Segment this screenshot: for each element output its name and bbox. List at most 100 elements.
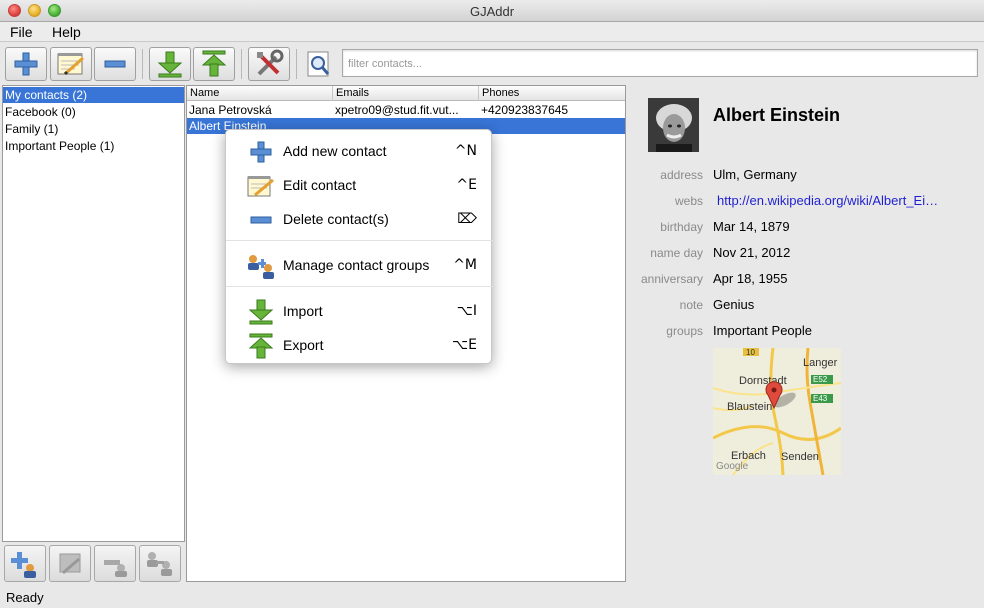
column-header-emails[interactable]: Emails [333, 86, 479, 101]
minus-icon [104, 60, 126, 68]
people-groups-icon [246, 253, 276, 279]
import-button[interactable] [149, 47, 191, 81]
menu-item-shortcut: ⌦ [457, 211, 477, 227]
road-badge-e52: E52 [813, 375, 828, 384]
menu-item-shortcut: ⌥I [456, 303, 477, 319]
road-badge-e43: E43 [813, 394, 828, 403]
menu-item-shortcut: ^M [453, 257, 477, 273]
menu-item-add-new-contact[interactable]: Add new contact ^N [226, 136, 493, 166]
delete-group-icon [104, 559, 127, 577]
delete-contact-button[interactable] [94, 47, 136, 81]
field-value-anniversary: Apr 18, 1955 [713, 271, 788, 286]
menu-item-label: Import [283, 303, 323, 319]
filter-contacts-input[interactable]: filter contacts... [342, 49, 978, 77]
field-value-birthday: Mar 14, 1879 [713, 219, 790, 234]
import-arrow-icon [246, 299, 276, 325]
menu-item-shortcut: ⌥E [452, 337, 477, 353]
toolbar-separator [241, 49, 242, 79]
plus-icon [246, 139, 276, 165]
groups-list: My contacts (2) Facebook (0) Family (1) … [2, 85, 185, 542]
table-row[interactable]: Jana Petrovská xpetro09@stud.fit.vut... … [187, 102, 625, 118]
contact-photo [648, 98, 699, 152]
map-label-langer: Langer [803, 357, 838, 369]
menu-bar: File Help [0, 22, 984, 42]
add-group-icon [11, 551, 36, 578]
field-label-birthday: birthday [660, 220, 703, 234]
window-title: GJAddr [469, 4, 515, 19]
edit-contact-button[interactable] [50, 47, 92, 81]
field-value-note: Genius [713, 297, 755, 312]
export-arrow-icon [201, 50, 227, 77]
export-arrow-icon [246, 333, 276, 359]
tools-icon [257, 49, 284, 76]
map-label-senden: Senden [781, 451, 819, 463]
column-header-phones[interactable]: Phones [479, 86, 625, 101]
cell-phone: +420923837645 [481, 103, 569, 117]
menu-item-shortcut: ^E [456, 177, 477, 193]
add-group-button[interactable] [4, 545, 46, 582]
delete-group-button[interactable] [94, 545, 136, 582]
toolbar-separator [142, 49, 143, 79]
field-label-groups: groups [666, 324, 703, 338]
menu-item-shortcut: ^N [454, 143, 477, 159]
contact-details-panel: Albert Einstein address Ulm, Germany web… [627, 85, 984, 582]
group-item-family[interactable]: Family (1) [3, 121, 184, 137]
settings-button[interactable] [248, 47, 290, 81]
menu-item-label: Add new contact [283, 143, 387, 159]
import-arrow-icon [157, 51, 183, 78]
field-label-anniversary: anniversary [640, 272, 703, 286]
menu-item-label: Export [283, 337, 324, 353]
field-value-name-day: Nov 21, 2012 [713, 245, 791, 260]
edit-group-button[interactable] [49, 545, 91, 582]
toolbar-separator [296, 49, 297, 79]
menu-item-export[interactable]: Export ⌥E [226, 330, 493, 360]
menu-item-manage-contact-groups[interactable]: Manage contact groups ^M [226, 250, 493, 280]
column-header-name[interactable]: Name [187, 86, 333, 101]
field-label-webs: webs [674, 194, 703, 208]
add-contact-button[interactable] [5, 47, 47, 81]
cell-phone [479, 118, 625, 134]
menu-item-edit-contact[interactable]: Edit contact ^E [226, 170, 493, 200]
title-bar: GJAddr [0, 0, 984, 22]
map-label-google: Google [716, 461, 749, 472]
notepad-pencil-icon [246, 173, 276, 199]
group-item-my-contacts[interactable]: My contacts (2) [3, 87, 184, 103]
toolbar: filter contacts... [0, 43, 984, 84]
status-bar-text: Ready [6, 590, 44, 605]
menu-item-delete-contacts[interactable]: Delete contact(s) ⌦ [226, 204, 493, 234]
menu-item-label: Edit contact [283, 177, 357, 193]
minus-icon [246, 207, 276, 233]
menu-file[interactable]: File [10, 24, 33, 40]
menu-item-import[interactable]: Import ⌥I [226, 296, 493, 326]
export-button[interactable] [193, 47, 235, 81]
contact-name: Albert Einstein [713, 105, 841, 125]
portrait-image [648, 98, 699, 152]
filter-button[interactable] [303, 47, 335, 81]
group-item-facebook[interactable]: Facebook (0) [3, 104, 184, 120]
plus-icon [14, 52, 38, 76]
menu-item-label: Delete contact(s) [283, 211, 389, 227]
manage-groups-button[interactable] [139, 545, 181, 582]
cell-email: xpetro09@stud.fit.vut... [335, 103, 459, 117]
menu-separator [226, 240, 493, 241]
menu-item-label: Manage contact groups [283, 257, 430, 273]
people-groups-icon [147, 551, 172, 576]
context-menu: Add new contact ^N Edit contact ^E Delet… [225, 129, 493, 364]
road-badge-10: 10 [746, 348, 755, 357]
location-map[interactable]: 10 E52 E43 Langer Dornstadt Blaustein Er… [713, 348, 841, 475]
group-actions [2, 545, 185, 583]
cell-name: Jana Petrovská [189, 103, 272, 117]
menu-help[interactable]: Help [52, 24, 81, 40]
field-value-groups: Important People [713, 323, 813, 338]
map-label-blaustein: Blaustein [727, 401, 772, 413]
field-label-name-day: name day [650, 246, 703, 260]
menu-separator [226, 286, 493, 287]
field-value-address: Ulm, Germany [713, 167, 797, 182]
web-link[interactable]: http://en.wikipedia.org/wiki/Albert_Ei… [717, 193, 938, 208]
field-label-address: address [660, 168, 703, 182]
notepad-pencil-icon [57, 53, 84, 76]
table-header: Name Emails Phones [187, 86, 625, 101]
group-item-important-people[interactable]: Important People (1) [3, 138, 184, 154]
magnifier-document-icon [307, 51, 330, 77]
map-image: 10 E52 E43 Langer Dornstadt Blaustein Er… [713, 348, 841, 475]
